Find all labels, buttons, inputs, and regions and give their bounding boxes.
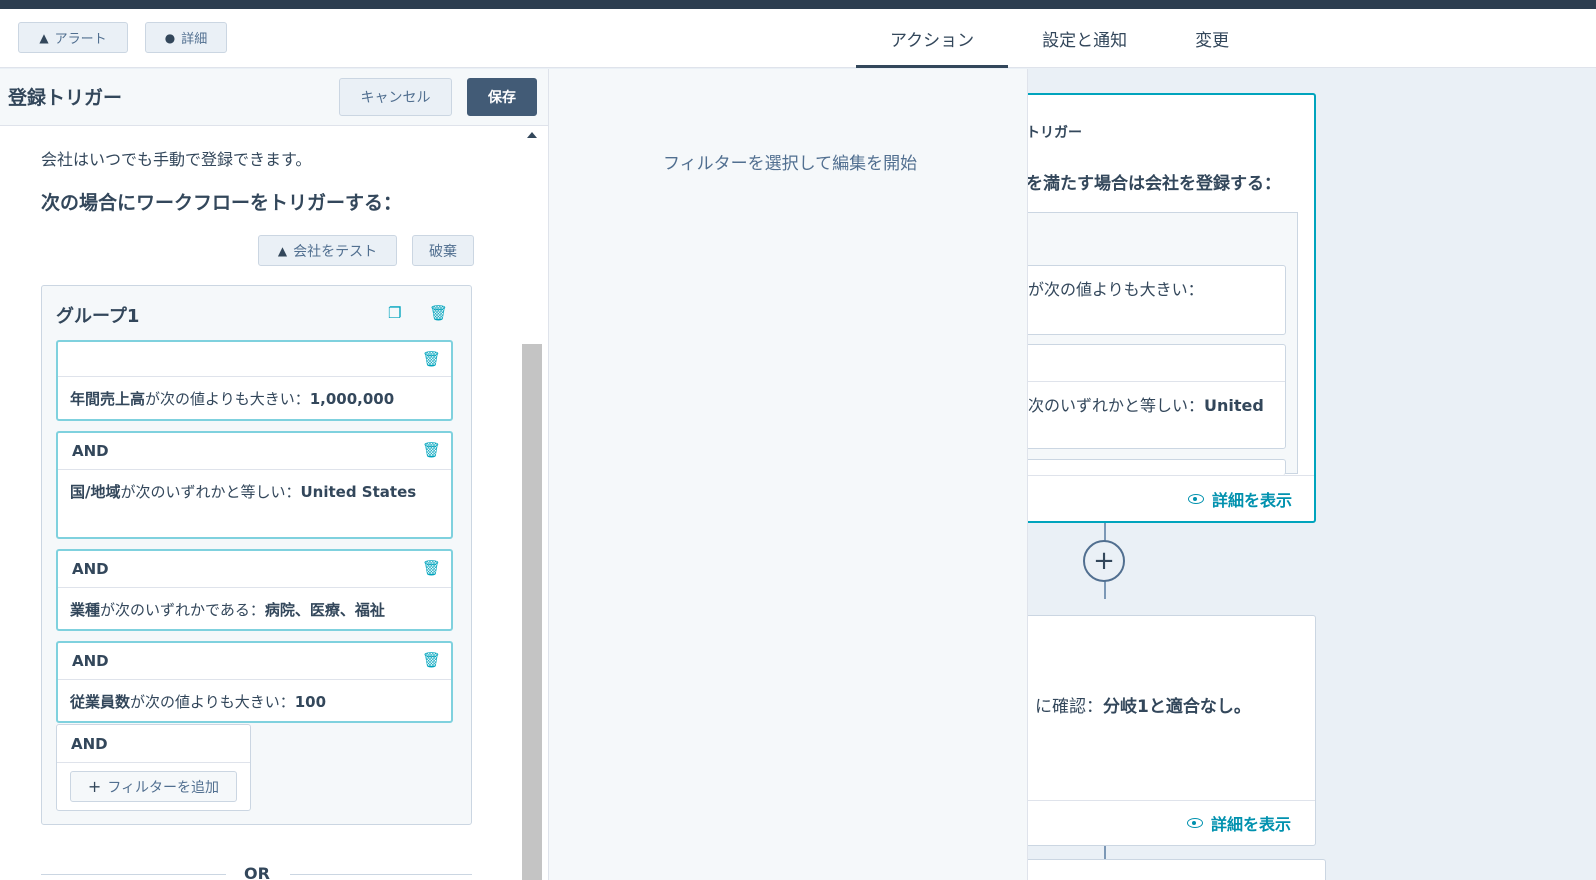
view-details-link[interactable]: 詳細を表示 (1188, 487, 1292, 511)
trigger-subtitle: 次の場合にワークフローをトリガーする： (41, 192, 403, 214)
tab-changes[interactable]: 変更 (1161, 9, 1263, 68)
trigger-card-filter-text: が次の値よりも大きい： (1028, 280, 1204, 299)
add-filter-button[interactable]: + フィルターを追加 (70, 771, 237, 802)
eye-icon (1188, 494, 1204, 504)
flask-icon: ▲ (277, 243, 288, 258)
view-details-label: 詳細を表示 (1211, 815, 1292, 834)
add-filter-label: フィルターを追加 (107, 779, 220, 796)
or-label: OR (244, 864, 270, 880)
detail-button[interactable]: ● 詳細 (145, 22, 227, 53)
warning-icon: ▲ (39, 30, 49, 45)
add-action-button[interactable]: + (1083, 540, 1125, 582)
plus-icon: + (87, 777, 102, 796)
discard-button[interactable]: 破棄 (412, 235, 474, 266)
test-company-label: 会社をテスト (293, 243, 378, 260)
trash-icon[interactable]: 🗑 (422, 559, 441, 577)
filter-text: 年間売上高が次の値よりも大きい：1,000,000 (70, 390, 395, 408)
trash-icon[interactable]: 🗑 (422, 441, 441, 459)
trigger-panel-header: 登録トリガー キャンセル 保存 (0, 69, 548, 126)
trigger-panel: 登録トリガー キャンセル 保存 会社はいつでも手動で登録できます。 次の場合にワ… (0, 69, 548, 880)
filter-text: 業種が次のいずれかである：病院、医療、福祉 (70, 601, 385, 619)
scroll-thumb[interactable] (522, 344, 542, 880)
add-filter-box: AND + フィルターを追加 (56, 724, 251, 811)
view-details-label: 詳細を表示 (1212, 491, 1293, 510)
view-details-link[interactable]: 詳細を表示 (1187, 811, 1291, 835)
and-label: AND (72, 652, 109, 670)
top-nav-bar (0, 0, 1596, 9)
or-divider-left (41, 874, 226, 875)
trigger-card-filter-text: 次のいずれかと等しい：United (1028, 396, 1264, 415)
filter-group: グループ1 ❐ 🗑 🗑 年間売上高が次の値よりも大きい：1,000,000 AN… (41, 285, 472, 825)
trash-icon[interactable]: 🗑 (422, 651, 441, 669)
cancel-button[interactable]: キャンセル (339, 78, 452, 116)
trigger-card-condition: を満たす場合は会社を登録する： (1026, 174, 1281, 194)
alert-label: アラート (54, 32, 107, 47)
filter-item[interactable]: 🗑 年間売上高が次の値よりも大きい：1,000,000 (56, 340, 453, 421)
filter-text: 国/地域が次のいずれかと等しい：United States (70, 483, 417, 501)
filter-editor-panel: フィルターを選択して編集を開始 (548, 69, 1028, 880)
filter-item[interactable]: AND 🗑 従業員数が次の値よりも大きい：100 (56, 641, 453, 723)
or-divider-right (290, 874, 472, 875)
info-icon: ● (164, 30, 176, 45)
manual-enroll-info: 会社はいつでも手動で登録できます。 (41, 150, 312, 169)
filter-item[interactable]: AND 🗑 国/地域が次のいずれかと等しい：United States (56, 431, 453, 539)
tab-bar: アクション 設定と通知 変更 (856, 9, 1263, 68)
and-label: AND (72, 560, 109, 578)
group-title: グループ1 (56, 306, 140, 327)
panel-title: 登録トリガー (8, 87, 123, 109)
test-company-button[interactable]: ▲ 会社をテスト (258, 235, 397, 266)
trash-icon[interactable]: 🗑 (429, 304, 448, 322)
and-label: AND (72, 442, 109, 460)
filter-text: 従業員数が次の値よりも大きい：100 (70, 693, 327, 711)
tab-settings-notifications[interactable]: 設定と通知 (1008, 9, 1161, 68)
tab-actions[interactable]: アクション (856, 9, 1009, 68)
select-filter-message: フィルターを選択して編集を開始 (663, 154, 918, 174)
panel-scrollbar[interactable] (522, 126, 542, 880)
save-button[interactable]: 保存 (467, 78, 537, 116)
trigger-card-heading: トリガー (1026, 125, 1082, 141)
scroll-up-arrow-icon[interactable] (527, 132, 537, 138)
clone-icon[interactable]: ❐ (388, 304, 401, 322)
filter-item[interactable]: AND 🗑 業種が次のいずれかである：病院、医療、福祉 (56, 549, 453, 631)
trash-icon[interactable]: 🗑 (422, 350, 441, 368)
alert-button[interactable]: ▲ アラート (18, 22, 128, 53)
toolbar: ▲ アラート ● 詳細 アクション 設定と通知 変更 (0, 9, 1596, 68)
detail-label: 詳細 (181, 32, 208, 47)
branch-card-text: に確認：分岐1と適合なし。 (1035, 697, 1251, 717)
eye-icon (1187, 818, 1203, 828)
and-label: AND (71, 735, 108, 753)
